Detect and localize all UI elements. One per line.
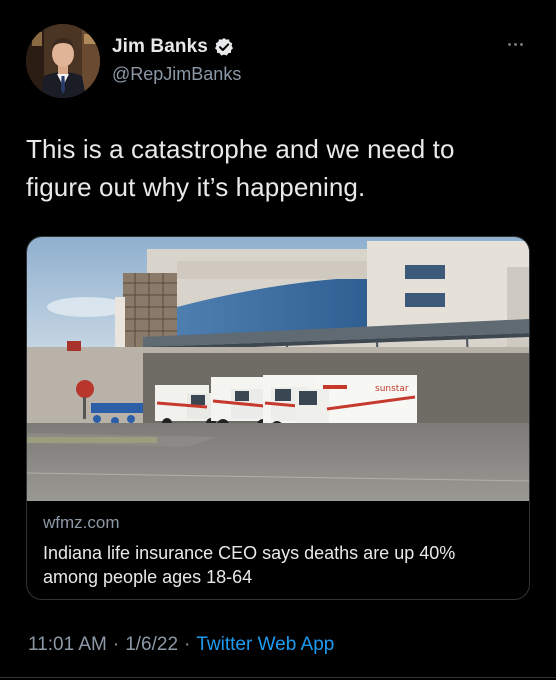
tweet-time[interactable]: 11:01 AM <box>28 634 107 656</box>
tweet: Jim Banks @RepJimBanks This is a catastr… <box>0 0 556 680</box>
author-handle[interactable]: @RepJimBanks <box>112 64 241 85</box>
avatar[interactable] <box>26 24 100 98</box>
tweet-date[interactable]: 1/6/22 <box>125 634 178 656</box>
profile-photo-icon <box>26 24 100 98</box>
card-domain: wfmz.com <box>43 513 120 532</box>
author-name-row[interactable]: Jim Banks <box>112 36 234 58</box>
ambulance-brand-text: sunstar <box>375 384 409 394</box>
meta-separator: · <box>112 634 120 655</box>
more-options-icon[interactable] <box>508 38 532 50</box>
tweet-source-link[interactable]: Twitter Web App <box>196 634 334 656</box>
divider <box>0 677 556 678</box>
hospital-ambulance-bay-photo-icon: sunstar <box>27 237 529 501</box>
tweet-text: This is a catastrophe and we need to fig… <box>26 134 455 202</box>
card-title[interactable]: Indiana life insurance CEO says deaths a… <box>43 541 513 589</box>
meta-separator: · <box>184 634 191 655</box>
author-display-name[interactable]: Jim Banks <box>112 36 208 58</box>
link-card[interactable]: sunstar wfmz.com Indiana life insurance … <box>26 236 530 600</box>
tweet-meta: 11:01 AM · 1/6/22 · Twitter Web App <box>28 634 334 656</box>
verified-badge-icon <box>214 37 234 57</box>
